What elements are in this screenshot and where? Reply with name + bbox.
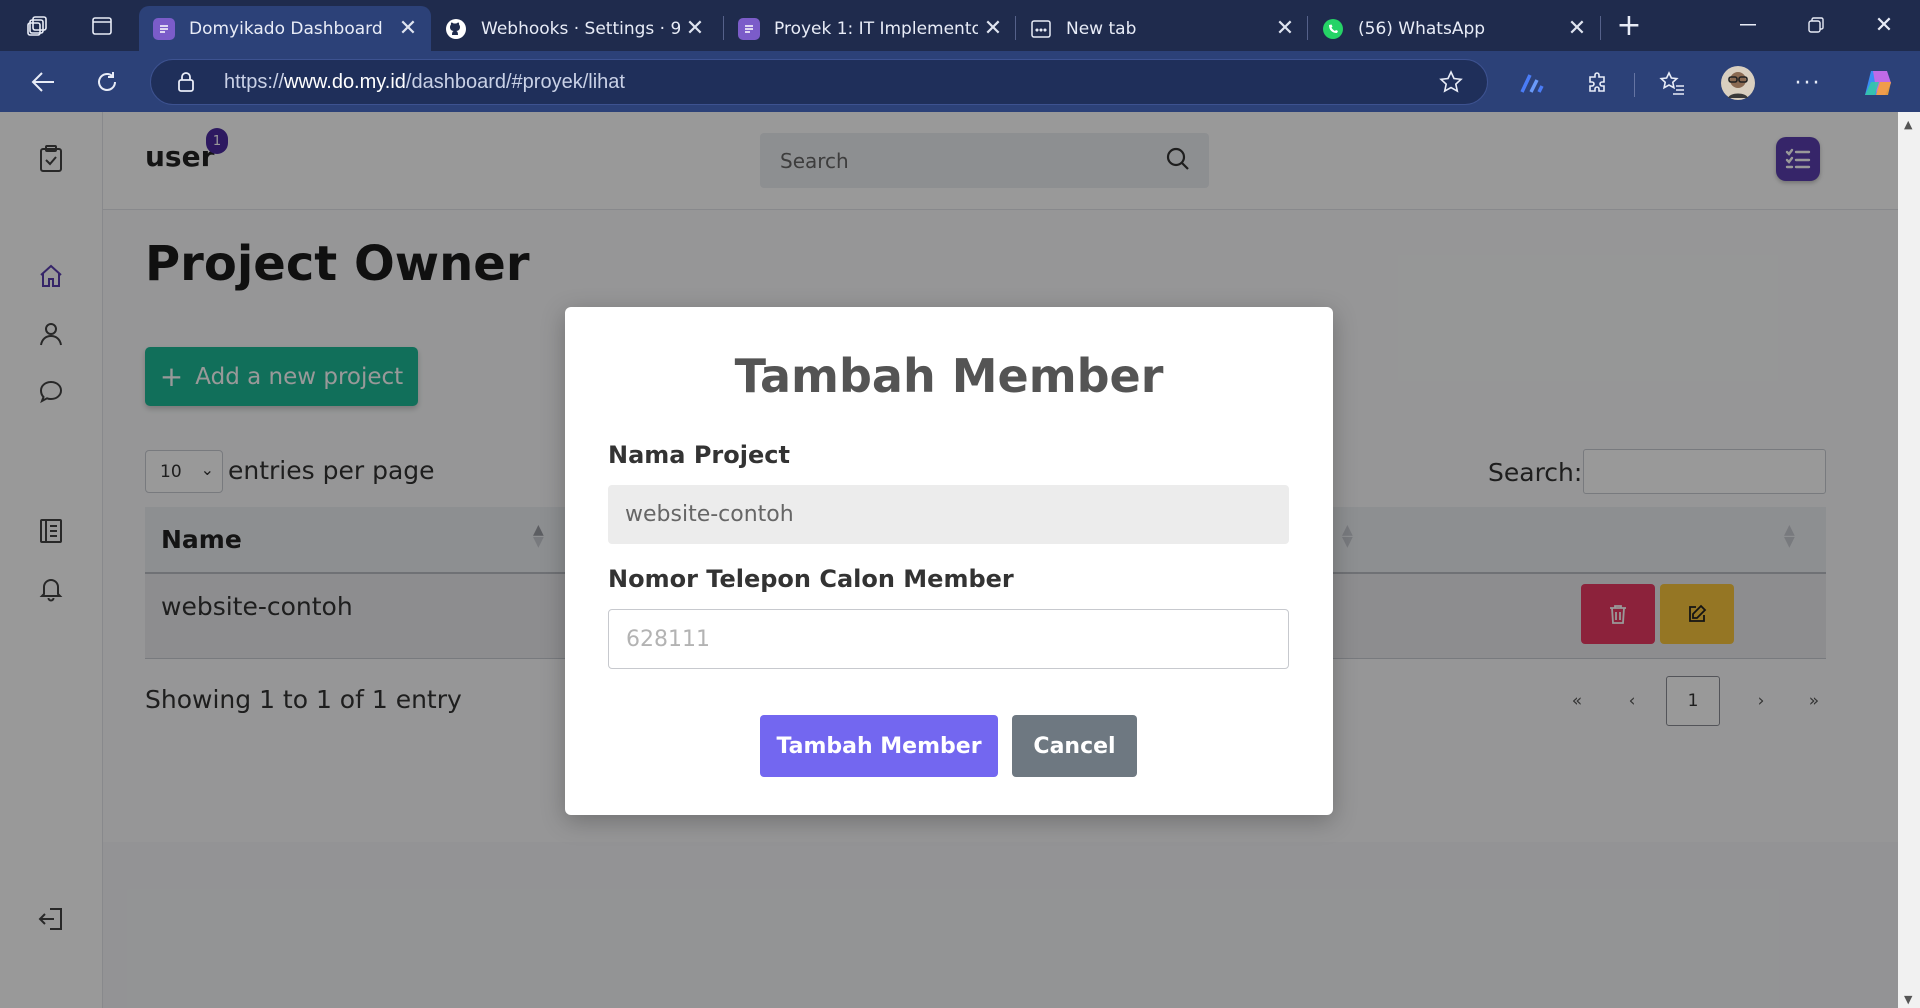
project-name-label: Nama Project [608,441,790,469]
new-tab-plus-icon[interactable]: + [1601,6,1657,44]
close-tab-icon[interactable]: ✕ [1270,16,1300,41]
project-name-field [608,485,1289,544]
tab-whatsapp[interactable]: (56) WhatsApp ✕ [1308,6,1600,51]
lock-icon[interactable] [177,71,195,97]
phone-number-label: Nomor Telepon Calon Member [608,565,1014,593]
address-bar[interactable]: https://www.do.my.id/dashboard/#proyek/l… [150,59,1488,105]
tab-actions-icon[interactable] [86,10,118,42]
cancel-button[interactable]: Cancel [1012,715,1137,777]
scroll-down-arrow-icon[interactable]: ▼ [1904,993,1912,1006]
toolbar-divider [1634,73,1635,97]
phone-number-input[interactable] [608,609,1289,669]
favorites-list-icon[interactable] [1652,63,1692,103]
tab-webhooks-settings[interactable]: Webhooks · Settings · 911 ✕ [431,6,718,51]
tab-title: Domyikado Dashboard [189,18,383,39]
tab-title: Proyek 1: IT Implementor [774,18,978,39]
restore-icon[interactable] [1788,6,1844,44]
tab-new-tab[interactable]: New tab ✕ [1016,6,1308,51]
more-options-icon[interactable]: ··· [1788,63,1828,103]
whatsapp-icon [1322,18,1344,40]
close-tab-icon[interactable]: ✕ [393,16,423,41]
favorite-star-icon[interactable] [1439,70,1463,98]
profile-avatar[interactable] [1718,63,1758,103]
tab-title: (56) WhatsApp [1358,18,1486,39]
tab-title: Webhooks · Settings · 911 [481,18,680,39]
workspaces-icon[interactable] [22,10,54,42]
tab-proyek-it-implementor[interactable]: Proyek 1: IT Implementor ✕ [724,6,1016,51]
dialog-title: Tambah Member [734,349,1164,403]
github-icon [445,18,467,40]
browser-tab-bar: Domyikado Dashboard ✕ Webhooks · Setting… [0,0,1920,51]
add-member-submit-button[interactable]: Tambah Member [760,715,998,777]
extensions-puzzle-icon[interactable] [1578,63,1618,103]
close-window-icon[interactable]: ✕ [1856,6,1912,44]
copilot-icon[interactable] [1858,63,1898,103]
app-favicon-icon [738,17,760,40]
refresh-icon[interactable] [88,63,126,101]
minimize-icon[interactable] [1720,6,1776,44]
browser-toolbar: https://www.do.my.id/dashboard/#proyek/l… [0,51,1920,112]
scroll-up-arrow-icon[interactable]: ▲ [1904,118,1912,131]
analytics-extension-icon[interactable] [1512,63,1552,103]
close-tab-icon[interactable]: ✕ [1562,16,1592,41]
close-tab-icon[interactable]: ✕ [978,16,1008,41]
app-favicon-icon [153,17,175,40]
tab-title: New tab [1066,18,1137,39]
back-arrow-icon[interactable] [24,63,62,101]
url-text: https://www.do.my.id/dashboard/#proyek/l… [224,71,625,93]
tab-domyikado-dashboard[interactable]: Domyikado Dashboard ✕ [139,6,431,51]
close-tab-icon[interactable]: ✕ [680,16,710,41]
add-member-dialog: Tambah Member Nama Project Nomor Telepon… [565,307,1333,815]
page-scrollbar[interactable]: ▲ ▼ [1898,112,1920,1008]
newtab-icon [1030,18,1052,40]
